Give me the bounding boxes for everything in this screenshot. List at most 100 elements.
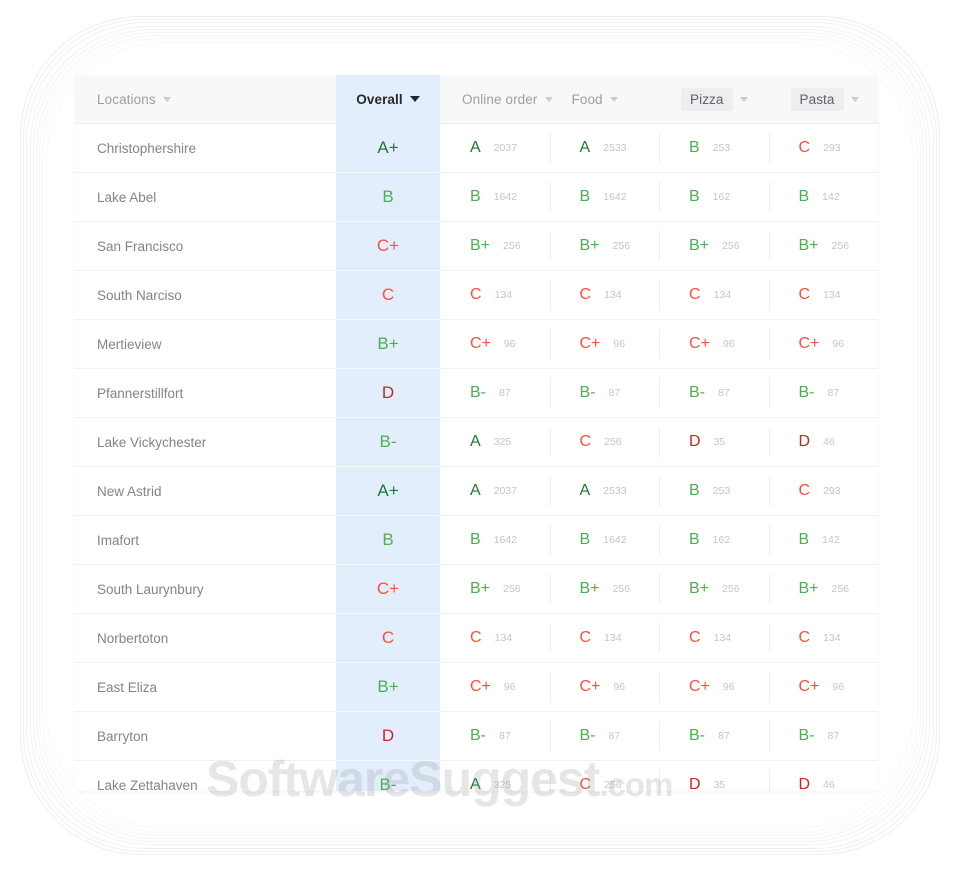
grade-cell-inner: B- 87 [768, 712, 879, 760]
location-name: East Eliza [97, 679, 158, 695]
table-row[interactable]: East Eliza B+ C+ 96 C+ 96 C+ 96 C+ 96 [75, 662, 878, 712]
grade-letter: A [470, 433, 481, 450]
table-row[interactable]: San Francisco C+ B+ 256 B+ 256 B+ 256 B+ 256 [75, 221, 878, 271]
grade-letter: D [689, 776, 701, 792]
location-name: Pfannerstillfort [97, 385, 184, 401]
column-header-food[interactable]: Food [549, 75, 659, 124]
column-header-pizza[interactable]: Pizza [659, 75, 769, 124]
grade-count: 87 [608, 729, 621, 742]
grade-cell-inner: B- 87 [440, 712, 550, 760]
grade-cell: B+ 256 [549, 564, 660, 614]
grade-count: 293 [823, 141, 841, 154]
grade-cell-inner: B 253 [659, 124, 769, 172]
overall-grade-value: A+ [377, 138, 399, 157]
location-cell: Barryton [75, 711, 336, 761]
grade-count: 142 [822, 190, 840, 203]
table-row[interactable]: Mertieview B+ C+ 96 C+ 96 C+ 96 C+ 96 [75, 319, 878, 369]
grade-count: 256 [722, 239, 740, 252]
chevron-down-icon[interactable] [409, 96, 420, 102]
overall-grade-value: B [382, 187, 394, 206]
grade-letter: C+ [579, 335, 601, 352]
ratings-table-card: Locations Overall Online order Food Pizza Pas… [75, 75, 878, 791]
grade-letter: B- [798, 727, 815, 744]
table-row[interactable]: Lake Zettahaven B- A 325 C 256 D 35 D 46 [75, 760, 878, 792]
grade-cell: C 134 [440, 613, 550, 663]
grade-cell-inner: B- 87 [549, 712, 660, 760]
column-header-locations[interactable]: Locations [75, 75, 336, 124]
grade-cell-inner: A 2037 [440, 467, 550, 515]
grade-letter: C [798, 482, 811, 499]
column-header-online_order[interactable]: Online order [440, 75, 553, 124]
grade-cell-inner: C 134 [440, 271, 550, 319]
grade-count: 96 [832, 337, 845, 350]
ratings-table: Locations Overall Online order Food Pizza Pas… [75, 75, 878, 791]
chevron-down-icon[interactable] [739, 96, 748, 102]
table-row[interactable]: South Laurynbury C+ B+ 256 B+ 256 B+ 256 B+ 256 [75, 564, 878, 614]
grade-letter: C [798, 629, 811, 646]
grade-letter: B+ [689, 580, 710, 597]
location-cell: Imafort [75, 515, 336, 565]
grade-cell: C+ 96 [768, 319, 878, 369]
grade-cell-inner: C 134 [768, 271, 879, 319]
table-row[interactable]: Barryton D B- 87 B- 87 B- 87 B- 87 [75, 711, 879, 761]
grade-count: 256 [503, 582, 521, 595]
location-cell: Norbertoton [75, 613, 336, 663]
grade-cell-inner: B- 87 [659, 712, 769, 760]
grade-cell: B 253 [659, 466, 769, 516]
column-header-overall[interactable]: Overall [336, 75, 440, 124]
chevron-down-icon[interactable] [609, 96, 618, 102]
grade-cell-inner: C 134 [549, 614, 660, 662]
table-header-row: Locations Overall Online order Food Pizza Pas… [75, 75, 878, 124]
grade-letter: A [579, 139, 591, 156]
chevron-down-icon[interactable] [850, 96, 859, 102]
grade-cell-inner: B- 87 [659, 369, 769, 417]
chevron-down-icon[interactable] [162, 96, 171, 102]
grade-count: 96 [722, 337, 735, 350]
grade-cell-inner: C+ 96 [440, 320, 550, 368]
table-row[interactable]: Pfannerstillfort D B- 87 B- 87 B- 87 B- 87 [75, 368, 878, 418]
grade-cell: B- 87 [768, 368, 878, 418]
column-header-pasta[interactable]: Pasta [768, 75, 878, 124]
grade-letter: C+ [579, 678, 601, 695]
grade-cell-inner: B+ 256 [549, 565, 660, 613]
table-body: Christophershire A+ A 2037 A 2533 B 253 C 293 Lake… [75, 123, 879, 792]
table-row[interactable]: Lake Vickychester B- A 325 C 256 D 35 D 46 [75, 417, 878, 467]
location-name: New Astrid [97, 483, 162, 499]
grade-cell-inner: B 1642 [549, 173, 660, 221]
grade-cell-inner: C+ 96 [549, 320, 660, 368]
grade-cell: C+ 96 [549, 319, 660, 369]
table-row[interactable]: Imafort B B 1642 B 1642 B 162 B 142 [75, 515, 878, 565]
grade-letter: D [798, 776, 811, 792]
table-row[interactable]: Norbertoton C C 134 C 134 C 134 C 134 [75, 613, 878, 663]
grade-count: 96 [832, 680, 845, 693]
column-header-inner: Online order [440, 75, 553, 123]
grade-cell: B 1642 [440, 515, 550, 565]
grade-cell-inner: C 134 [659, 614, 769, 662]
grade-letter: B+ [798, 580, 819, 597]
table-row[interactable]: Christophershire A+ A 2037 A 2533 B 253 C 293 [75, 123, 878, 173]
column-header-label: Overall [356, 91, 403, 107]
grade-count: 35 [713, 778, 726, 791]
overall-grade-value: C+ [376, 579, 400, 598]
table-row[interactable]: Lake Abel B B 1642 B 1642 B 162 B 142 [75, 172, 878, 222]
grade-letter: B- [470, 384, 486, 401]
chevron-down-icon[interactable] [544, 96, 553, 102]
location-cell: South Laurynbury [75, 564, 336, 614]
location-name: South Laurynbury [97, 581, 204, 597]
grade-cell-inner: C+ 96 [659, 663, 769, 711]
overall-grade-cell: B+ [336, 662, 440, 712]
grade-cell: A 2533 [549, 466, 659, 516]
table-row[interactable]: New Astrid A+ A 2037 A 2533 B 253 C 293 [75, 466, 878, 516]
grade-count: 256 [503, 239, 521, 252]
grade-cell-inner: A 325 [440, 761, 550, 792]
grade-cell: B+ 256 [549, 221, 659, 271]
column-header-label: Online order [462, 91, 538, 107]
grade-count: 1642 [493, 533, 518, 546]
grade-count: 87 [499, 729, 511, 742]
grade-letter: C+ [798, 678, 820, 695]
grade-count: 87 [718, 386, 730, 399]
grade-cell-inner: A 2037 [440, 124, 550, 172]
grade-count: 134 [823, 288, 841, 301]
table-row[interactable]: South Narciso C C 134 C 134 C 134 C 134 [75, 270, 879, 320]
grade-cell: B- 87 [549, 368, 659, 418]
